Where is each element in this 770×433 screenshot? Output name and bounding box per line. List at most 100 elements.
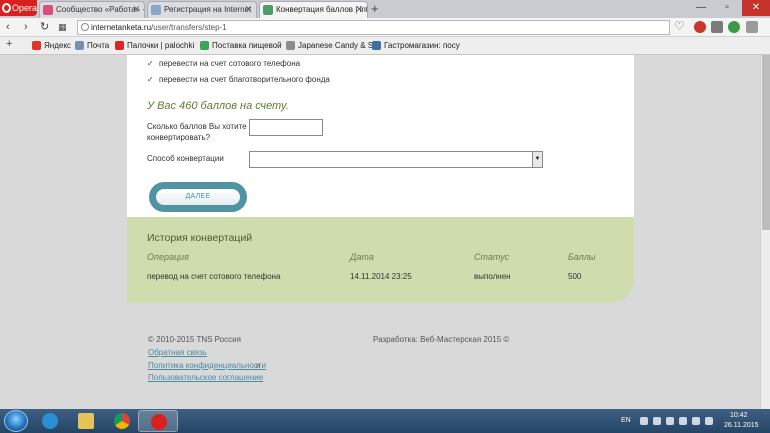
chrome-icon bbox=[114, 413, 130, 429]
tab-favicon-icon bbox=[151, 5, 161, 15]
check-icon: ✓ bbox=[147, 59, 154, 68]
tray-icon[interactable] bbox=[679, 417, 687, 425]
speed-dial-icon[interactable]: ▦ bbox=[58, 20, 67, 34]
bookmark-item[interactable]: Japanese Candy & Sn bbox=[286, 40, 378, 51]
bookmark-label: Поставка пищевой bbox=[212, 41, 282, 50]
option-label: перевести на счет благотворительного фон… bbox=[159, 75, 330, 84]
extension-icon[interactable] bbox=[711, 21, 723, 33]
clock-date[interactable]: 26.11.2015 bbox=[724, 422, 759, 429]
bookmark-item[interactable]: Гастромагазин: посу bbox=[372, 40, 460, 51]
taskbar-explorer[interactable] bbox=[66, 410, 106, 432]
history-cell-status: выполнен bbox=[474, 272, 511, 281]
history-col-date: Дата bbox=[350, 252, 374, 262]
close-icon[interactable]: ✕ bbox=[244, 2, 252, 17]
heart-icon[interactable]: ♡ bbox=[674, 19, 685, 33]
bookmark-favicon-icon bbox=[32, 41, 41, 50]
taskbar-opera[interactable] bbox=[138, 410, 178, 432]
globe-icon bbox=[81, 23, 89, 31]
address-toolbar: ‹ › ↻ ▦ internetanketa.ru/user/transfers… bbox=[0, 18, 770, 37]
history-col-points: Баллы bbox=[568, 252, 596, 262]
windows-start-icon[interactable] bbox=[4, 410, 28, 432]
bookmark-label: Яндекс bbox=[44, 41, 71, 50]
bookmark-label: Почта bbox=[87, 41, 110, 50]
footer-developer: Разработка: Веб-Мастерская 2015 © bbox=[373, 335, 510, 344]
tab-conversion[interactable]: Конвертация баллов | int ✕ bbox=[259, 1, 368, 18]
internet-explorer-icon bbox=[42, 413, 58, 429]
history-col-status: Статус bbox=[474, 252, 510, 262]
history-section: История конвертаций Операция Дата Статус… bbox=[127, 217, 634, 303]
bookmark-label: Палочки | palochki bbox=[127, 41, 195, 50]
bookmark-favicon-icon bbox=[200, 41, 209, 50]
next-button-frame: ДАЛЕЕ bbox=[149, 182, 247, 212]
clock-time[interactable]: 10:42 bbox=[730, 412, 748, 419]
close-icon[interactable]: ✕ bbox=[355, 2, 363, 17]
reload-icon[interactable]: ↻ bbox=[40, 20, 49, 34]
history-cell-date: 14.11.2014 23:25 bbox=[350, 272, 412, 281]
download-icon[interactable] bbox=[746, 21, 758, 33]
taskbar-chrome[interactable] bbox=[102, 410, 142, 432]
opera-icon bbox=[151, 414, 167, 430]
footer-feedback-link[interactable]: Обратная связь bbox=[148, 348, 207, 357]
minimize-icon[interactable]: — bbox=[688, 0, 714, 16]
bookmark-label: Гастромагазин: посу bbox=[384, 41, 460, 50]
tab-title: Регистрация на Internet bbox=[164, 5, 252, 14]
method-select[interactable]: ▼ bbox=[249, 151, 543, 168]
tab-registration[interactable]: Регистрация на Internet ✕ bbox=[147, 1, 257, 18]
amount-label-line: Сколько баллов Вы хотите bbox=[147, 122, 247, 131]
back-icon[interactable]: ‹ bbox=[6, 20, 10, 34]
option-list-item: ✓ перевести на счет сотового телефона bbox=[147, 59, 300, 69]
history-cell-operation: перевод на счет сотового телефона bbox=[147, 272, 281, 281]
scrollbar-thumb[interactable] bbox=[762, 55, 770, 230]
footer-and-text: и bbox=[256, 361, 261, 370]
taskbar-ie[interactable] bbox=[30, 410, 70, 432]
language-indicator[interactable]: EN bbox=[621, 417, 631, 424]
bookmark-item[interactable]: Палочки | palochki bbox=[115, 40, 194, 51]
tab-title: Конвертация баллов | int bbox=[276, 5, 368, 14]
new-tab-button[interactable]: + bbox=[371, 2, 379, 16]
extension-badge-icon[interactable] bbox=[694, 21, 706, 33]
close-icon[interactable]: ✕ bbox=[132, 2, 140, 17]
tab-community[interactable]: Сообщество «Работа» · ✕ bbox=[39, 1, 145, 18]
window-close-icon[interactable]: ✕ bbox=[742, 0, 770, 16]
tray-icon[interactable] bbox=[640, 417, 648, 425]
option-label: перевести на счет сотового телефона bbox=[159, 59, 301, 68]
network-icon[interactable] bbox=[692, 417, 700, 425]
opera-logo-icon bbox=[2, 3, 11, 13]
opera-menu-label: Opera bbox=[12, 3, 38, 13]
tray-icon[interactable] bbox=[653, 417, 661, 425]
opera-menu-button[interactable]: Opera bbox=[0, 0, 37, 16]
bookmark-favicon-icon bbox=[115, 41, 124, 50]
next-button[interactable]: ДАЛЕЕ bbox=[156, 189, 240, 205]
footer-terms-link[interactable]: Пользовательское соглашение bbox=[148, 373, 263, 382]
bookmarks-bar: + Яндекс Почта Палочки | palochki Постав… bbox=[0, 37, 770, 55]
bookmark-favicon-icon bbox=[372, 41, 381, 50]
maximize-icon[interactable]: ▫ bbox=[714, 0, 740, 16]
bookmark-label: Japanese Candy & Sn bbox=[298, 41, 378, 50]
forward-icon[interactable]: › bbox=[24, 20, 28, 34]
history-cell-points: 500 bbox=[568, 272, 582, 281]
page-viewport: ✓ перевести на счет сотового телефона ✓ … bbox=[0, 55, 770, 409]
footer-privacy-link[interactable]: Политика конфиденциальности bbox=[148, 361, 266, 370]
tab-favicon-icon bbox=[263, 5, 273, 15]
amount-label: Сколько баллов Вы хотите конвертировать? bbox=[147, 121, 247, 143]
footer-copyright: © 2010-2015 TNS Россия bbox=[148, 335, 241, 344]
bookmark-favicon-icon bbox=[286, 41, 295, 50]
balance-heading: У Вас 460 баллов на счету. bbox=[147, 100, 289, 112]
page-scrollbar[interactable] bbox=[760, 55, 770, 409]
bookmark-item[interactable]: Яндекс bbox=[32, 40, 71, 51]
chevron-down-icon[interactable]: ▼ bbox=[532, 152, 542, 167]
amount-label-line: конвертировать? bbox=[147, 133, 211, 142]
amount-input[interactable] bbox=[249, 119, 323, 136]
browser-tab-bar: Opera Сообщество «Работа» · ✕ Регистраци… bbox=[0, 0, 770, 18]
bluetooth-icon[interactable] bbox=[666, 417, 674, 425]
extension-icon[interactable] bbox=[728, 21, 740, 33]
history-title: История конвертаций bbox=[147, 232, 253, 244]
bookmark-item[interactable]: Почта bbox=[75, 40, 109, 51]
conversion-form-card: ✓ перевести на счет сотового телефона ✓ … bbox=[127, 55, 634, 217]
bookmark-item[interactable]: Поставка пищевой bbox=[200, 40, 282, 51]
add-bookmark-icon[interactable]: + bbox=[6, 38, 12, 50]
os-taskbar: EN 10:42 26.11.2015 bbox=[0, 409, 770, 433]
volume-icon[interactable] bbox=[705, 417, 713, 425]
address-input[interactable]: internetanketa.ru/user/transfers/step-1 bbox=[77, 20, 670, 35]
url-path: /user/transfers/step-1 bbox=[151, 23, 227, 32]
